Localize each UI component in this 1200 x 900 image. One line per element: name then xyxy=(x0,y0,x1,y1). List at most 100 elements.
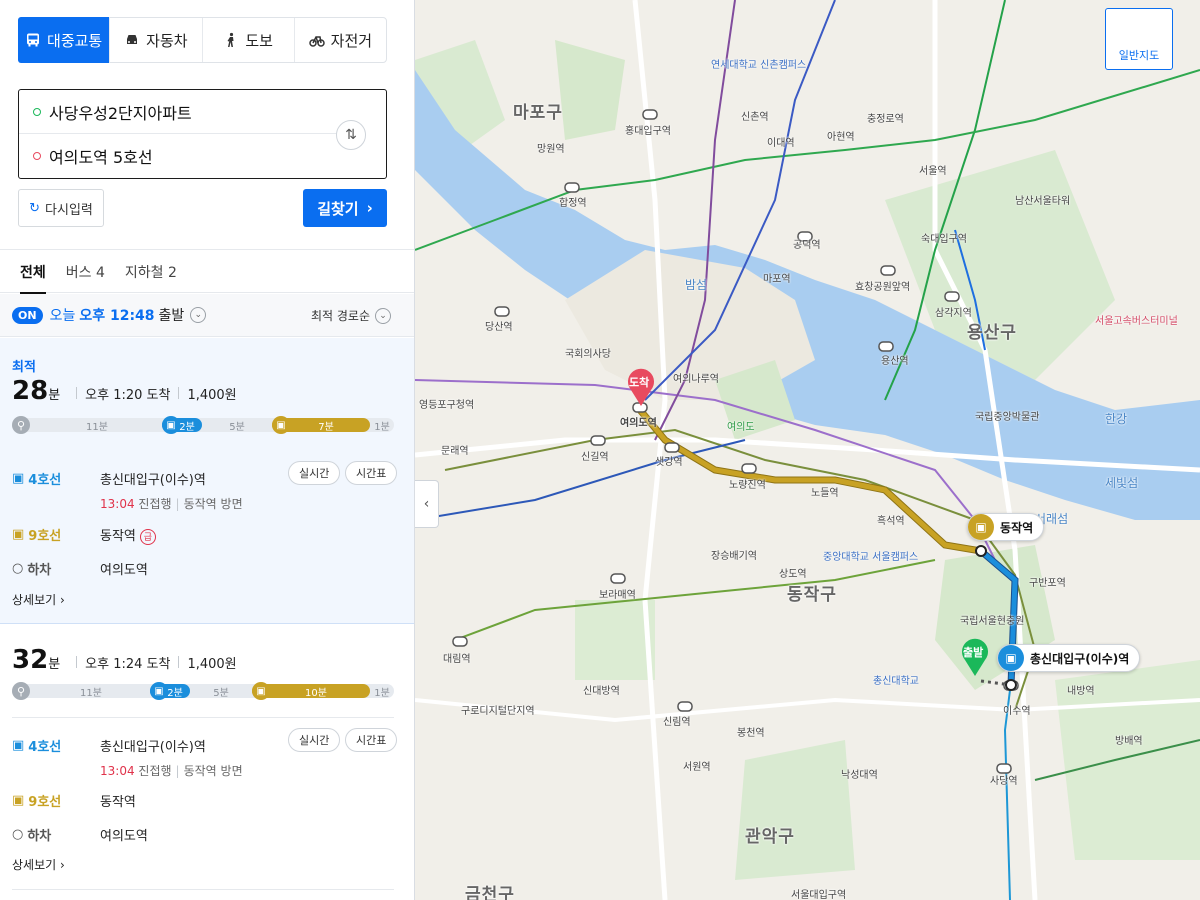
detail-label: 상세보기 xyxy=(12,858,57,872)
tab-all[interactable]: 전체 xyxy=(20,250,46,294)
divider xyxy=(12,889,394,890)
origin-text: 사당우성2단지아파트 xyxy=(49,103,192,123)
station-label: 구로디지털단지역 xyxy=(461,706,535,717)
swap-button[interactable]: ⇅ xyxy=(336,120,366,150)
line-label: ○ 하차 xyxy=(12,559,51,578)
subway-icon: ▣ xyxy=(12,793,25,808)
poi-label: 국립중앙박물관 xyxy=(975,412,1040,423)
poi-label: 남산서울타워 xyxy=(1015,196,1071,207)
subway-icon: ▣ xyxy=(12,471,25,486)
line-name: 하차 xyxy=(27,563,52,578)
map-type-label: 일반지도 xyxy=(1118,49,1160,62)
subway-icon: ▣ xyxy=(998,645,1024,671)
walk-segment: 5분 xyxy=(229,421,245,433)
subway-icon: ▣ xyxy=(150,682,168,700)
transport-mode-tabs: 대중교통 자동차 도보 자전거 xyxy=(18,17,387,63)
walk-segment: 5분 xyxy=(213,687,229,699)
station-label: 사당역 xyxy=(990,776,1018,787)
station-label: 영등포구청역 xyxy=(419,400,475,411)
realtime-button[interactable]: 실시간 xyxy=(288,461,341,485)
train-dest: 진접행 xyxy=(138,764,172,778)
step-info: 13:04 진접행 | 동작역 방면 xyxy=(100,495,243,512)
station-label: 여의나루역 xyxy=(673,374,719,385)
app-root: 대중교통 자동차 도보 자전거 사당우성2단지아파트 여의도역 5호선 ⇅ ↻ … xyxy=(0,0,1200,900)
station-name: 총신대입구(이수)역 xyxy=(100,740,206,755)
station-label: 서울대입구역 xyxy=(791,890,847,900)
collapse-panel-button[interactable]: ‹ xyxy=(415,480,439,528)
train-direction: 동작역 방면 xyxy=(183,497,243,511)
train-dest: 진접행 xyxy=(138,497,172,511)
station-label: 노들역 xyxy=(811,488,839,499)
duration-minutes: 28 xyxy=(12,376,49,406)
depart-day[interactable]: 오늘 xyxy=(50,305,76,325)
map-type-general-button[interactable]: 일반지도 xyxy=(1105,8,1173,70)
poi-label: 국립서울현충원 xyxy=(960,616,1025,627)
depart-on-toggle[interactable]: ON xyxy=(12,306,43,324)
destination-field[interactable]: 여의도역 5호선 xyxy=(19,134,339,178)
station-label: 신촌역 xyxy=(741,112,769,123)
origin-field[interactable]: 사당우성2단지아파트 xyxy=(19,90,339,134)
timetable-button[interactable]: 시간표 xyxy=(345,728,398,752)
poi-label: 중앙대학교 서울캠퍼스 xyxy=(823,552,919,563)
search-route-button[interactable]: 길찾기 › xyxy=(303,189,387,227)
station-label: 흑석역 xyxy=(877,516,905,527)
arrival-time: 오후 1:20 도착 xyxy=(85,388,171,403)
origin-dot-icon xyxy=(33,107,41,116)
map-view[interactable]: 마포구 용산구 동작구 관악구 금천구 밤섬 한강 세빛섬 서래섬 국회의사당 … xyxy=(415,0,1200,900)
bike-icon xyxy=(308,36,325,47)
destination-pin-label: 도착 xyxy=(629,376,650,389)
divider xyxy=(178,656,180,668)
route-step: ○ 하차 여의도역 xyxy=(12,559,402,579)
route-step: ▣ 9호선 동작역 xyxy=(12,791,402,811)
duration-unit: 분 xyxy=(48,657,61,672)
route-step: ▣ 9호선 동작역 급 xyxy=(12,525,402,545)
chevron-right-icon: › xyxy=(366,199,373,217)
mode-transit-label: 대중교통 xyxy=(47,31,103,50)
detail-link[interactable]: 상세보기 › xyxy=(12,856,65,873)
map-canvas[interactable] xyxy=(415,0,1200,900)
line-label: ▣ 4호선 xyxy=(12,736,61,755)
tab-subway[interactable]: 지하철 2 xyxy=(125,250,177,293)
duration-unit: 분 xyxy=(48,388,61,403)
river-label: 한강 xyxy=(1105,412,1128,426)
poi-label: 연세대학교 신촌캠퍼스 xyxy=(711,60,807,71)
train-direction: 동작역 방면 xyxy=(183,764,243,778)
district-label: 금천구 xyxy=(465,885,515,900)
chevron-down-icon[interactable]: ⌄ xyxy=(190,307,207,323)
island-label: 세빛섬 xyxy=(1105,476,1139,490)
destination-text: 여의도역 5호선 xyxy=(49,148,153,167)
route-input-box: 사당우성2단지아파트 여의도역 5호선 ⇅ xyxy=(18,89,387,179)
line-name: 4호선 xyxy=(28,473,62,488)
chongshin-station-callout[interactable]: ▣ 총신대입구(이수)역 xyxy=(997,644,1141,672)
route-result-card[interactable]: 32 분 오후 1:24 도착 1,400원 ⚲ 11분 2분 ▣ 5분 10분… xyxy=(0,625,414,900)
mode-walk-tab[interactable]: 도보 xyxy=(203,18,295,62)
station-label: 서원역 xyxy=(683,762,711,773)
line-name: 4호선 xyxy=(28,740,62,755)
line-name: 9호선 xyxy=(28,529,62,544)
dongjak-station-callout[interactable]: ▣ 동작역 xyxy=(967,513,1045,541)
timetable-button[interactable]: 시간표 xyxy=(345,461,398,485)
tab-bus[interactable]: 버스 4 xyxy=(66,250,105,293)
walk-icon xyxy=(227,32,234,47)
detail-link[interactable]: 상세보기 › xyxy=(12,591,65,608)
depart-time[interactable]: 오후 12:48 xyxy=(79,305,154,325)
mode-transit-tab[interactable]: 대중교통 xyxy=(18,17,111,63)
station-label: 용산역 xyxy=(881,356,909,367)
divider: | xyxy=(175,497,180,511)
station-label: 삼각지역 xyxy=(935,308,972,319)
train-time: 13:04 xyxy=(100,764,135,778)
station-label: 상도역 xyxy=(779,569,807,580)
realtime-button[interactable]: 실시간 xyxy=(288,728,341,752)
reset-button[interactable]: ↻ 다시입력 xyxy=(18,189,104,227)
station-name: 총신대입구(이수)역 xyxy=(100,473,206,488)
subway-icon: ▣ xyxy=(968,514,994,540)
route-step: ▣ 4호선 총신대입구(이수)역 13:04 진접행 | 동작역 방면 실시간 시간표 xyxy=(12,728,402,778)
chevron-left-icon: ‹ xyxy=(423,496,430,512)
express-badge: 급 xyxy=(139,528,156,545)
route-result-card[interactable]: 최적 28 분 오후 1:20 도착 1,400원 ⚲ 11분 2분 ▣ 5분 … xyxy=(0,338,414,624)
mode-car-tab[interactable]: 자동차 xyxy=(110,18,203,62)
divider xyxy=(76,387,78,399)
station-label: 서울역 xyxy=(919,166,947,177)
mode-bike-tab[interactable]: 자전거 xyxy=(295,18,386,62)
sort-dropdown[interactable]: 최적 경로순 ⌄ xyxy=(311,307,391,324)
